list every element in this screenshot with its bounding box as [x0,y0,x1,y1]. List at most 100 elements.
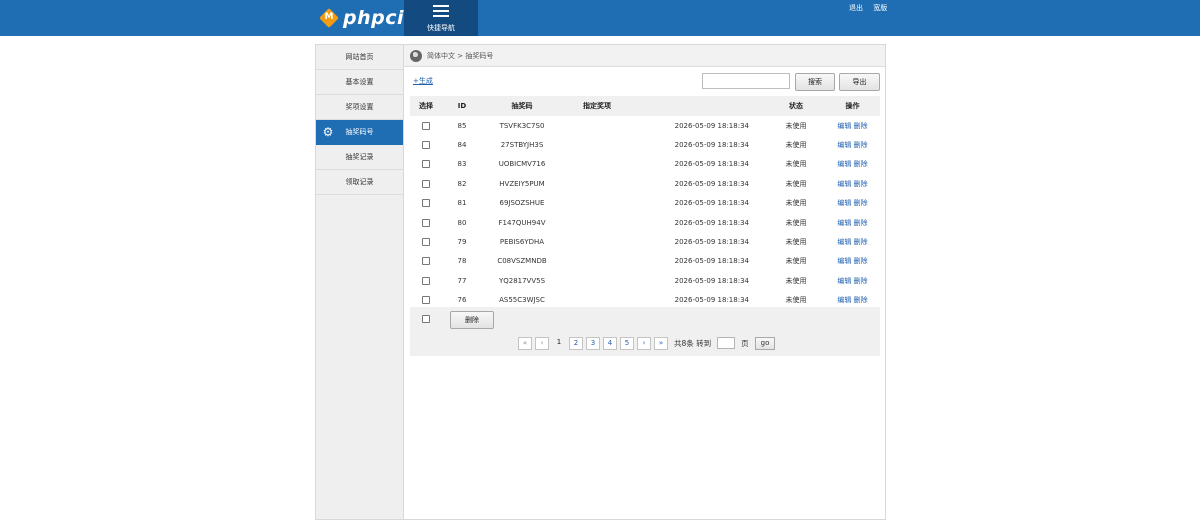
row-edit-link[interactable]: 编辑 [837,141,851,149]
search-input[interactable] [702,73,790,89]
col-actions: 操作 [825,96,880,116]
row-code[interactable]: PEBIS6YDHA [482,232,562,251]
row-status: 未使用 [785,199,807,208]
row-code[interactable]: 69JSOZSHUE [482,194,562,213]
sidebar-item-basic-settings[interactable]: 基本设置 [316,70,403,95]
row-select-cell [410,213,442,232]
row-edit-link[interactable]: 编辑 [837,160,851,168]
sidebar-item-label: 奖项设置 [345,103,374,111]
row-checkbox[interactable] [422,179,430,188]
logo[interactable]: M phpci [319,7,404,29]
row-select-cell [410,271,442,290]
row-select-cell [410,135,442,154]
row-select-cell [410,194,442,213]
row-actions: 编辑 删除 [825,213,880,232]
table-row: 85 TSVFK3C7S0 2026-05-09 18:18:34 未使用 编辑 删除 [410,116,880,135]
table-row: 77 YQ2817VV5S 2026-05-09 18:18:34 未使用 编辑 删除 [410,271,880,290]
row-delete-link[interactable]: 删除 [854,160,868,168]
col-time [632,96,767,116]
row-edit-link[interactable]: 编辑 [837,122,851,130]
col-code: 抽奖码 [482,96,562,116]
row-checkbox[interactable] [422,276,430,285]
breadcrumb-text: 简体中文 > 抽奖码号 [427,51,494,60]
export-button[interactable]: 导出 [839,73,880,91]
logout-link[interactable]: 退出 [849,4,863,12]
page-link[interactable]: 3 [586,336,600,350]
quick-nav-button[interactable]: 快捷导航 [404,0,478,36]
row-edit-link[interactable]: 编辑 [837,199,851,207]
row-code[interactable]: C08VSZMNDB [482,252,562,271]
row-status: 未使用 [785,160,807,169]
row-delete-link[interactable]: 删除 [854,296,868,304]
generate-link[interactable]: +生成 [413,76,433,86]
row-checkbox[interactable] [422,160,430,169]
row-edit-link[interactable]: 编辑 [837,257,851,265]
toolbar: +生成 搜索 导出 [410,73,880,91]
row-checkbox[interactable] [422,257,430,266]
last-page-button[interactable]: » [654,336,668,350]
sidebar-item-label: 基本设置 [345,78,374,86]
pagination: « ‹ 1 2 3 4 5 › » 共8条 转到 页 go [518,336,776,350]
row-checkbox[interactable] [422,238,430,247]
row-edit-link[interactable]: 编辑 [837,180,851,188]
row-delete-link[interactable]: 删除 [854,257,868,265]
sidebar-item-draw-records[interactable]: 抽奖记录 [316,145,403,170]
globe-icon [410,49,422,62]
row-edit-link[interactable]: 编辑 [837,219,851,227]
menu-list-icon [433,5,449,18]
page-link[interactable]: 2 [569,336,583,350]
sidebar-item-lottery-codes[interactable]: ⚙ 抽奖码号 [316,120,403,145]
row-code[interactable]: F147QUH94V [482,213,562,232]
sidebar-item-prize-settings[interactable]: 奖项设置 [316,95,403,120]
row-delete-link[interactable]: 删除 [854,199,868,207]
pagination-total: 共8条 转到 [674,338,712,348]
row-actions: 编辑 删除 [825,232,880,251]
gear-icon: ⚙ [322,125,334,139]
next-page-button[interactable]: › [637,336,651,350]
row-code[interactable]: UOBICMV716 [482,155,562,174]
first-page-button[interactable]: « [518,336,532,350]
table-row: 84 27STBYJH3S 2026-05-09 18:18:34 未使用 编辑 删除 [410,135,880,154]
row-delete-link[interactable]: 删除 [854,277,868,285]
row-id: 80 [457,218,467,227]
row-checkbox[interactable] [422,218,430,227]
sidebar-item-home[interactable]: 网站首页 [316,45,403,70]
wide-mode-link[interactable]: 宽版 [873,4,887,12]
row-delete-link[interactable]: 删除 [854,122,868,130]
row-checkbox[interactable] [422,199,430,208]
row-actions: 编辑 删除 [825,271,880,290]
row-edit-link[interactable]: 编辑 [837,238,851,246]
search-button[interactable]: 搜索 [795,73,835,91]
row-delete-link[interactable]: 删除 [854,180,868,188]
row-prize [562,194,632,213]
bulk-delete-button[interactable]: 删除 [450,311,494,329]
row-delete-link[interactable]: 删除 [854,238,868,246]
row-edit-link[interactable]: 编辑 [837,277,851,285]
row-edit-link[interactable]: 编辑 [837,296,851,304]
row-checkbox[interactable] [422,121,430,130]
page-link[interactable]: 5 [620,336,634,350]
row-delete-link[interactable]: 删除 [854,219,868,227]
row-code[interactable]: 27STBYJH3S [482,135,562,154]
row-delete-link[interactable]: 删除 [854,141,868,149]
select-all-checkbox[interactable] [422,315,430,323]
row-code[interactable]: YQ2817VV5S [482,271,562,290]
breadcrumb: 简体中文 > 抽奖码号 [404,45,885,67]
row-code[interactable]: HVZEIY5PUM [482,174,562,193]
row-id: 82 [457,179,467,188]
sidebar-item-claim-records[interactable]: 领取记录 [316,170,403,195]
row-select-cell [410,174,442,193]
page-jump-input[interactable] [717,337,736,349]
row-checkbox[interactable] [422,141,430,150]
row-actions: 编辑 删除 [825,116,880,135]
row-prize [562,174,632,193]
row-checkbox[interactable] [422,296,430,305]
logo-mark-icon: M [319,8,339,28]
page-link[interactable]: 4 [603,336,617,350]
row-code[interactable]: TSVFK3C7S0 [482,116,562,135]
go-button[interactable]: go [754,336,776,350]
table-row: 79 PEBIS6YDHA 2026-05-09 18:18:34 未使用 编辑 删除 [410,232,880,251]
row-prize [562,232,632,251]
codes-table: 选择 ID 抽奖码 指定奖项 状态 操作 85 TSVFK3C7S0 2026-05… [410,96,880,310]
prev-page-button[interactable]: ‹ [535,336,549,350]
